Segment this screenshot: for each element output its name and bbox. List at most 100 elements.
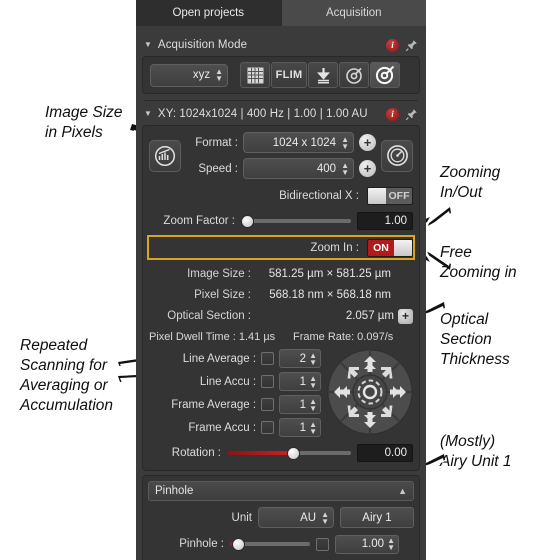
- line-accu-label: Line Accu :: [199, 375, 257, 388]
- grid-icon[interactable]: [240, 62, 270, 88]
- rotation-slider[interactable]: [227, 446, 351, 460]
- pin-icon-xy[interactable]: [405, 108, 418, 121]
- zoom-in-toggle-state: ON: [373, 241, 389, 254]
- acquisition-mode-header[interactable]: ▼ Acquisition Mode i: [140, 34, 422, 56]
- line-accu-value: 1: [299, 375, 307, 388]
- tab-acquisition[interactable]: Acquisition: [281, 0, 426, 26]
- spinner-arrows-icon-line-accu[interactable]: ▲ ▼: [309, 374, 317, 389]
- format-label: Format :: [195, 136, 238, 149]
- pan-direction-dial[interactable]: [327, 349, 413, 435]
- slider-track: [241, 219, 351, 223]
- download-icon[interactable]: [308, 62, 338, 88]
- annotation-optical-section-thickness: Optical Section Thickness: [440, 311, 510, 368]
- optical-section-label: Optical Section :: [167, 310, 251, 322]
- pinhole-stepper[interactable]: 1.00 ▲ ▼: [335, 534, 399, 554]
- image-size-value: 581.25 µm × 581.25 µm: [268, 268, 391, 280]
- pixel-size-label: Pixel Size :: [194, 289, 251, 301]
- divider: [144, 100, 418, 101]
- frame-average-stepper[interactable]: 1 ▲ ▼: [279, 395, 321, 414]
- spinner-arrows-icon-speed[interactable]: ▲ ▼: [341, 161, 349, 176]
- spinner-arrows-icon-line-avg[interactable]: ▲ ▼: [309, 351, 317, 366]
- pixel-dwell-time: Pixel Dwell Time : 1.41 µs: [149, 331, 276, 343]
- frame-average-label: Frame Average :: [171, 398, 257, 411]
- frame-average-checkbox[interactable]: [261, 398, 275, 411]
- flim-button[interactable]: FLIM: [271, 62, 307, 88]
- slider-knob[interactable]: [241, 214, 254, 228]
- pin-icon[interactable]: [405, 39, 418, 52]
- pinhole-value: 1.00: [361, 538, 385, 550]
- annotation-mostly-airy-unit-1: (Mostly) Airy Unit 1: [440, 433, 512, 470]
- info-badge-icon[interactable]: i: [386, 38, 399, 52]
- tab-bar: Open projects Acquisition: [136, 0, 426, 26]
- frame-accu-label: Frame Accu :: [188, 421, 257, 434]
- speed-select[interactable]: 400 ▲ ▼: [243, 158, 354, 179]
- xy-section-title: XY: 1024x1024 | 400 Hz | 1.00 | 1.00 AU: [157, 108, 368, 120]
- chevron-down-icon-xy[interactable]: ▼: [144, 110, 152, 118]
- unit-label: Unit: [231, 511, 252, 524]
- zoom-factor-slider[interactable]: [241, 214, 351, 228]
- spinner-arrows-icon-format[interactable]: ▲ ▼: [341, 135, 349, 150]
- unit-select[interactable]: AU ▲ ▼: [258, 507, 334, 528]
- rotation-label: Rotation :: [171, 447, 221, 459]
- frame-rate: Frame Rate: 0.097/s: [293, 331, 394, 343]
- line-average-value: 2: [299, 352, 307, 365]
- pinhole-label: Pinhole :: [179, 538, 224, 550]
- add-speed-button[interactable]: +: [359, 160, 376, 177]
- format-select[interactable]: 1024 x 1024 ▲ ▼: [243, 132, 354, 153]
- add-optical-section-button[interactable]: +: [398, 308, 413, 324]
- spinner-arrows-icon-frame-accu[interactable]: ▲ ▼: [309, 420, 317, 435]
- zoom-in-label: Zoom In :: [310, 241, 359, 254]
- zoom-in-toggle[interactable]: ON: [367, 238, 413, 257]
- line-accu-stepper[interactable]: 1 ▲ ▼: [279, 372, 321, 391]
- acquisition-panel: Open projects Acquisition ▼ Acquisition …: [136, 0, 426, 560]
- rotation-slider-knob[interactable]: [286, 446, 300, 460]
- zoom-in-row[interactable]: Zoom In : ON: [147, 235, 415, 260]
- toggle-knob: [368, 188, 386, 204]
- info-badge-icon-xy[interactable]: i: [386, 107, 399, 121]
- line-accu-checkbox[interactable]: [261, 375, 275, 388]
- tab-open-projects[interactable]: Open projects: [136, 0, 282, 26]
- spinner-arrows-icon[interactable]: ▲ ▼: [215, 68, 223, 83]
- acquisition-mode-toolbar: xyz ▲ ▼ FLIM: [142, 56, 420, 94]
- pinhole-checkbox[interactable]: [316, 537, 329, 551]
- airy-button[interactable]: Airy 1: [340, 507, 414, 528]
- bidirectional-toggle-state: OFF: [388, 190, 410, 202]
- frame-accu-value: 1: [299, 421, 307, 434]
- pinhole-title: Pinhole: [155, 485, 194, 497]
- frame-accu-checkbox[interactable]: [261, 421, 275, 434]
- pinhole-header[interactable]: Pinhole ▲: [148, 481, 414, 501]
- panel-body: ▼ Acquisition Mode i xyz ▲ ▼ FLIM ▼ XY: …: [136, 26, 426, 560]
- chevron-down-icon[interactable]: ▼: [144, 41, 152, 49]
- xy-settings-group: Format : 1024 x 1024 ▲ ▼ + Speed : 400 ▲…: [142, 125, 420, 471]
- pixel-size-row: Pixel Size : 568.18 nm × 568.18 nm: [149, 286, 413, 304]
- image-size-label: Image Size :: [187, 268, 251, 280]
- xy-section-header[interactable]: ▼ XY: 1024x1024 | 400 Hz | 1.00 | 1.00 A…: [140, 103, 422, 125]
- target-active-icon[interactable]: [370, 62, 400, 88]
- unit-value: AU: [300, 511, 317, 524]
- line-average-label: Line Average :: [182, 352, 257, 365]
- pinhole-group: Pinhole ▲ Unit AU ▲ ▼ Airy 1 Pinhole : 1…: [142, 475, 420, 560]
- histogram-icon-button[interactable]: [149, 139, 181, 172]
- zoom-factor-label: Zoom Factor :: [163, 215, 235, 227]
- speedometer-icon-button[interactable]: [381, 139, 413, 172]
- annotation-zooming-in-out: Zooming In/Out: [440, 164, 501, 201]
- bidirectional-label: Bidirectional X :: [279, 190, 359, 202]
- optical-section-row: Optical Section : 2.057 µm +: [149, 307, 413, 325]
- pinhole-slider[interactable]: [230, 537, 310, 551]
- chevron-up-icon[interactable]: ▲: [398, 486, 407, 496]
- mode-select[interactable]: xyz ▲ ▼: [150, 63, 228, 87]
- rotation-value[interactable]: 0.00: [357, 444, 413, 462]
- spinner-arrows-icon-frame-avg[interactable]: ▲ ▼: [309, 397, 317, 412]
- pinhole-slider-knob[interactable]: [232, 537, 245, 551]
- zoom-factor-value[interactable]: 1.00: [357, 212, 413, 230]
- mode-select-value: xyz: [192, 69, 211, 81]
- line-average-checkbox[interactable]: [261, 352, 275, 365]
- target-arrow-icon[interactable]: [339, 62, 369, 88]
- annotation-repeated-scanning: Repeated Scanning for Averaging or Accum…: [20, 337, 114, 414]
- spinner-arrows-icon-pinhole[interactable]: ▲ ▼: [387, 537, 395, 552]
- add-format-button[interactable]: +: [359, 134, 376, 151]
- spinner-arrows-icon-unit[interactable]: ▲ ▼: [321, 510, 329, 525]
- frame-accu-stepper[interactable]: 1 ▲ ▼: [279, 418, 321, 437]
- bidirectional-toggle[interactable]: OFF: [367, 187, 413, 205]
- line-average-stepper[interactable]: 2 ▲ ▼: [279, 349, 321, 368]
